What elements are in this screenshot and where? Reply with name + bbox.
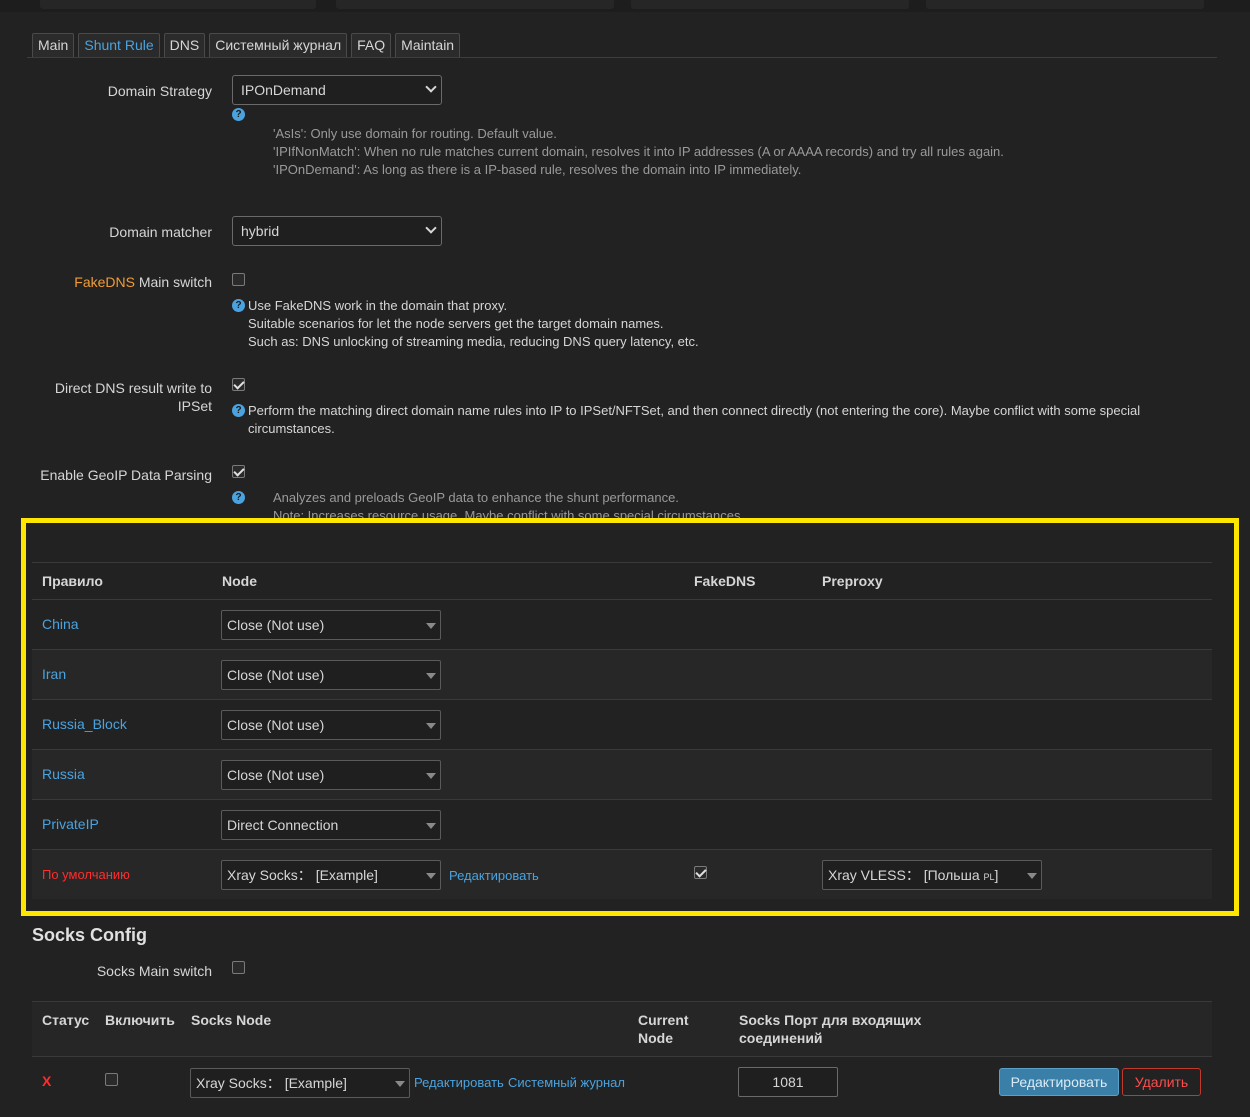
domain-strategy-value: IPOnDemand: [241, 82, 326, 98]
header-port-1: Socks Порт для входящих: [739, 1012, 922, 1028]
top-strip-segment: [926, 0, 1204, 9]
direct-dns-help-2: circumstances.: [248, 421, 335, 436]
domain-strategy-help-1: 'AsIs': Only use domain for routing. Def…: [273, 126, 557, 141]
domain-strategy-help-2: 'IPIfNonMatch': When no rule matches cur…: [273, 144, 1004, 159]
domain-strategy-help-3: 'IPOnDemand': As long as there is a IP-b…: [273, 162, 802, 177]
domain-matcher-label: Domain matcher: [109, 224, 212, 240]
top-strip-segment: [336, 0, 614, 9]
socks-header-bg: [32, 1002, 1212, 1056]
header-current-node-2: Node: [638, 1030, 673, 1046]
highlight-frame: [21, 518, 1239, 916]
domain-matcher-select[interactable]: hybrid: [232, 216, 442, 246]
socks-log-link[interactable]: Системный журнал: [508, 1075, 625, 1090]
domain-matcher-value: hybrid: [241, 223, 280, 239]
fakedns-switch-checkbox[interactable]: [232, 273, 245, 286]
socks-enable-checkbox[interactable]: [105, 1073, 118, 1086]
row-divider: [32, 1056, 1212, 1057]
fakedns-label-prefix: FakeDNS: [74, 274, 135, 290]
domain-strategy-select[interactable]: IPOnDemand: [232, 75, 442, 105]
top-strip-segment: [631, 0, 909, 9]
fakedns-switch-label: FakeDNS Main switch: [74, 273, 212, 291]
tab-bar: Main Shunt Rule DNS Системный журнал FAQ…: [32, 33, 461, 58]
top-strip-segment: [40, 0, 316, 9]
fakedns-help-1: Use FakeDNS work in the domain that prox…: [248, 298, 508, 313]
top-strip: [0, 0, 1250, 12]
header-enable: Включить: [105, 1012, 175, 1028]
header-status: Статус: [42, 1012, 90, 1028]
edit-button[interactable]: Редактировать: [999, 1068, 1119, 1096]
geoip-help-1: Analyzes and preloads GeoIP data to enha…: [273, 490, 679, 505]
header-port-2: соединений: [739, 1030, 823, 1046]
direct-dns-checkbox[interactable]: [232, 378, 245, 391]
tab-maintain[interactable]: Maintain: [395, 33, 461, 58]
socks-switch-checkbox[interactable]: [232, 961, 245, 974]
help-icon: ?: [232, 299, 245, 312]
header-current-node-1: Current: [638, 1012, 689, 1028]
tab-dns[interactable]: DNS: [163, 33, 206, 58]
direct-dns-label-2: IPSet: [177, 398, 212, 414]
help-icon: ?: [232, 108, 245, 121]
tab-divider: [27, 57, 1217, 58]
help-icon: ?: [232, 491, 245, 504]
socks-port-input[interactable]: 1081: [738, 1067, 838, 1097]
help-icon: ?: [232, 404, 245, 417]
socks-edit-link[interactable]: Редактировать: [414, 1075, 504, 1090]
fakedns-label-suffix: Main switch: [134, 274, 212, 290]
socks-node-value: Xray Socks： [Example]: [196, 1075, 347, 1091]
fakedns-help-3: Such as: DNS unlocking of streaming medi…: [248, 334, 699, 349]
tab-main[interactable]: Main: [32, 33, 75, 58]
geoip-help-2: Note: Increases resource usage. Maybe co…: [273, 508, 745, 518]
direct-dns-help-1: Perform the matching direct domain name …: [248, 403, 1141, 418]
direct-dns-label-1: Direct DNS result write to: [54, 380, 212, 396]
fakedns-help-2: Suitable scenarios for let the node serv…: [248, 316, 664, 331]
dropdown-arrow-icon: [395, 1081, 405, 1087]
socks-node-select[interactable]: Xray Socks： [Example]: [190, 1068, 410, 1098]
tab-system-log[interactable]: Системный журнал: [209, 33, 348, 58]
tab-faq[interactable]: FAQ: [351, 33, 392, 58]
geoip-label: Enable GeoIP Data Parsing: [40, 467, 212, 483]
chevron-down-icon: [425, 222, 437, 234]
header-socks-node: Socks Node: [191, 1012, 272, 1028]
chevron-down-icon: [425, 81, 437, 93]
tab-shunt-rule[interactable]: Shunt Rule: [78, 33, 160, 58]
domain-strategy-label: Domain Strategy: [107, 83, 212, 99]
geoip-checkbox[interactable]: [232, 465, 245, 478]
delete-button[interactable]: Удалить: [1122, 1068, 1201, 1096]
status-icon: X: [42, 1073, 52, 1089]
socks-config-title: Socks Config: [32, 925, 148, 945]
socks-switch-label: Socks Main switch: [96, 963, 212, 979]
